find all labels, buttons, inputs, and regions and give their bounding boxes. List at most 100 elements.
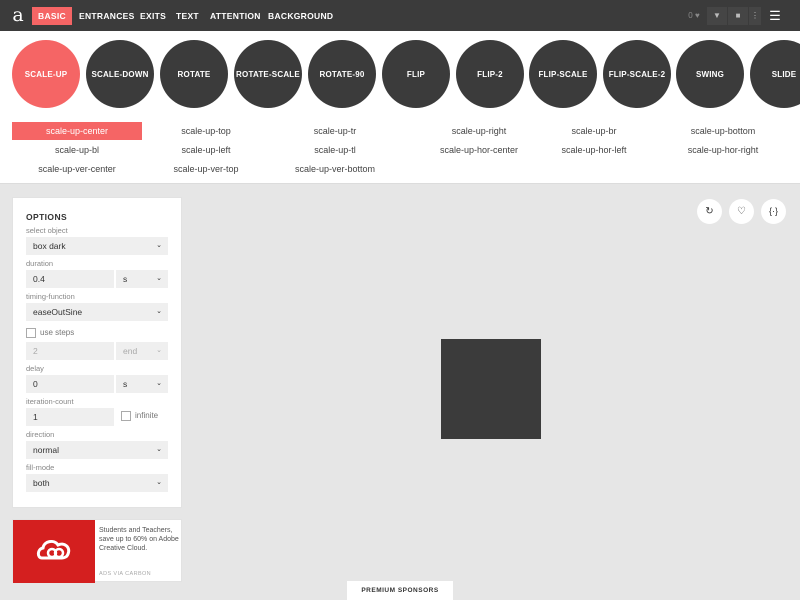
code-button[interactable]: {·}	[761, 199, 786, 224]
animation-flip-scale[interactable]: FLIP-SCALE	[529, 40, 597, 108]
favorites-count[interactable]: 0 ♥	[684, 9, 704, 23]
use-steps-label: use steps	[40, 328, 75, 337]
animation-flip-scale-2[interactable]: FLIP-SCALE-2	[603, 40, 671, 108]
tab-entrances[interactable]: ENTRANCES	[73, 7, 141, 25]
logo[interactable]: a	[9, 3, 27, 27]
heart-icon: ♥	[692, 11, 700, 20]
variant-list: scale-up-center scale-up-top scale-up-tr…	[0, 116, 800, 184]
variant-scale-up-ver-center[interactable]: scale-up-ver-center	[17, 160, 137, 178]
top-navigation: a BASIC ENTRANCES EXITS TEXT ATTENTION B…	[0, 0, 800, 31]
variant-scale-up-left[interactable]: scale-up-left	[146, 141, 266, 159]
tab-background[interactable]: BACKGROUND	[262, 7, 339, 25]
variant-scale-up-hor-left[interactable]: scale-up-hor-left	[534, 141, 654, 159]
options-panel: OPTIONS select object box dark ⌄ duratio…	[12, 197, 182, 508]
variant-scale-up-tr[interactable]: scale-up-tr	[275, 122, 395, 140]
delay-unit-dropdown[interactable]: s ⌄	[116, 375, 168, 393]
timing-function-dropdown[interactable]: easeOutSine ⌄	[26, 303, 168, 321]
chevron-down-icon: ⌄	[156, 347, 162, 354]
direction-value: normal	[33, 445, 59, 455]
ad-attribution[interactable]: ADS VIA CARBON	[99, 571, 151, 577]
tab-attention[interactable]: ATTENTION	[204, 7, 267, 25]
delay-input[interactable]: 0	[26, 375, 114, 393]
creative-cloud-logo	[13, 520, 95, 583]
delay-label: delay	[26, 364, 44, 373]
duration-unit-value: s	[123, 274, 128, 284]
infinite-label: infinite	[135, 411, 159, 420]
menu-button[interactable]: ☰	[766, 7, 784, 25]
fill-mode-value: both	[33, 478, 50, 488]
delay-value: 0	[33, 379, 38, 389]
delay-unit-value: s	[123, 379, 128, 389]
hamburger-icon: ☰	[769, 8, 781, 23]
animation-rotate[interactable]: ROTATE	[160, 40, 228, 108]
tab-basic[interactable]: BASIC	[32, 7, 72, 25]
chevron-down-icon: ⌄	[156, 242, 162, 249]
animation-group-list: SCALE-UP SCALE-DOWN ROTATE ROTATE-SCALE …	[0, 31, 800, 116]
variant-scale-up-center[interactable]: scale-up-center	[12, 122, 142, 140]
fill-mode-label: fill-mode	[26, 463, 55, 472]
tab-exits[interactable]: EXITS	[134, 7, 172, 25]
duration-label: duration	[26, 259, 54, 268]
animation-flip[interactable]: FLIP	[382, 40, 450, 108]
ad-text[interactable]: Students and Teachers, save up to 60% on…	[99, 526, 181, 553]
animation-rotate-90[interactable]: ROTATE-90	[308, 40, 376, 108]
animation-rotate-scale[interactable]: ROTATE-SCALE	[234, 40, 302, 108]
animation-flip-2[interactable]: FLIP-2	[456, 40, 524, 108]
iteration-count-label: iteration-count	[26, 397, 74, 406]
heart-outline-icon: ♡	[737, 206, 746, 217]
favorite-button[interactable]: ♡	[729, 199, 754, 224]
chevron-down-icon: ⌄	[156, 308, 162, 315]
timing-function-label: timing-function	[26, 292, 75, 301]
iteration-count-value: 1	[33, 412, 38, 422]
timing-function-value: easeOutSine	[33, 307, 83, 317]
more-button[interactable]: ⋮	[749, 7, 761, 25]
variant-scale-up-tl[interactable]: scale-up-tl	[275, 141, 395, 159]
code-braces-icon: {·}	[768, 206, 778, 216]
premium-sponsors-button[interactable]: PREMIUM SPONSORS	[347, 581, 453, 600]
variant-scale-up-bl[interactable]: scale-up-bl	[17, 141, 137, 159]
replay-button[interactable]: ↻	[697, 199, 722, 224]
duration-input[interactable]: 0.4	[26, 270, 114, 288]
animation-swing[interactable]: SWING	[676, 40, 744, 108]
variant-scale-up-ver-top[interactable]: scale-up-ver-top	[146, 160, 266, 178]
steps-position-value: end	[123, 346, 138, 356]
more-icon: ⋮	[751, 11, 759, 20]
carbon-ad[interactable]: Students and Teachers, save up to 60% on…	[12, 519, 182, 583]
direction-dropdown[interactable]: normal ⌄	[26, 441, 168, 459]
select-object-value: box dark	[33, 241, 66, 251]
use-steps-checkbox[interactable]	[26, 328, 36, 338]
animation-slide[interactable]: SLIDE	[750, 40, 800, 108]
duration-unit-dropdown[interactable]: s ⌄	[116, 270, 168, 288]
demo-box	[441, 339, 541, 439]
steps-value: 2	[33, 346, 38, 356]
variant-scale-up-ver-bottom[interactable]: scale-up-ver-bottom	[275, 160, 395, 178]
variant-scale-up-br[interactable]: scale-up-br	[534, 122, 654, 140]
iteration-count-input[interactable]: 1	[26, 408, 114, 426]
steps-position-dropdown[interactable]: end ⌄	[116, 342, 168, 360]
filter-button[interactable]: ▼	[707, 7, 727, 25]
variant-scale-up-top[interactable]: scale-up-top	[146, 122, 266, 140]
fill-mode-dropdown[interactable]: both ⌄	[26, 474, 168, 492]
trash-icon: ■	[735, 11, 741, 20]
direction-label: direction	[26, 430, 55, 439]
tab-text[interactable]: TEXT	[170, 7, 205, 25]
variant-scale-up-hor-right[interactable]: scale-up-hor-right	[663, 141, 783, 159]
variant-scale-up-bottom[interactable]: scale-up-bottom	[663, 122, 783, 140]
chevron-down-icon: ⌄	[156, 275, 162, 282]
trash-button[interactable]: ■	[728, 7, 748, 25]
duration-value: 0.4	[33, 274, 45, 284]
steps-input[interactable]: 2	[26, 342, 114, 360]
chevron-down-icon: ⌄	[156, 446, 162, 453]
select-object-dropdown[interactable]: box dark ⌄	[26, 237, 168, 255]
refresh-icon: ↻	[705, 206, 714, 217]
chevron-down-icon: ⌄	[156, 479, 162, 486]
infinite-checkbox[interactable]	[121, 411, 131, 421]
animation-scale-up[interactable]: SCALE-UP	[12, 40, 80, 108]
variant-scale-up-hor-center[interactable]: scale-up-hor-center	[404, 141, 554, 159]
animation-scale-down[interactable]: SCALE-DOWN	[86, 40, 154, 108]
options-title: OPTIONS	[26, 212, 68, 222]
filter-icon: ▼	[713, 11, 721, 20]
chevron-down-icon: ⌄	[156, 380, 162, 387]
variant-scale-up-right[interactable]: scale-up-right	[404, 122, 554, 140]
select-object-label: select object	[26, 226, 68, 235]
